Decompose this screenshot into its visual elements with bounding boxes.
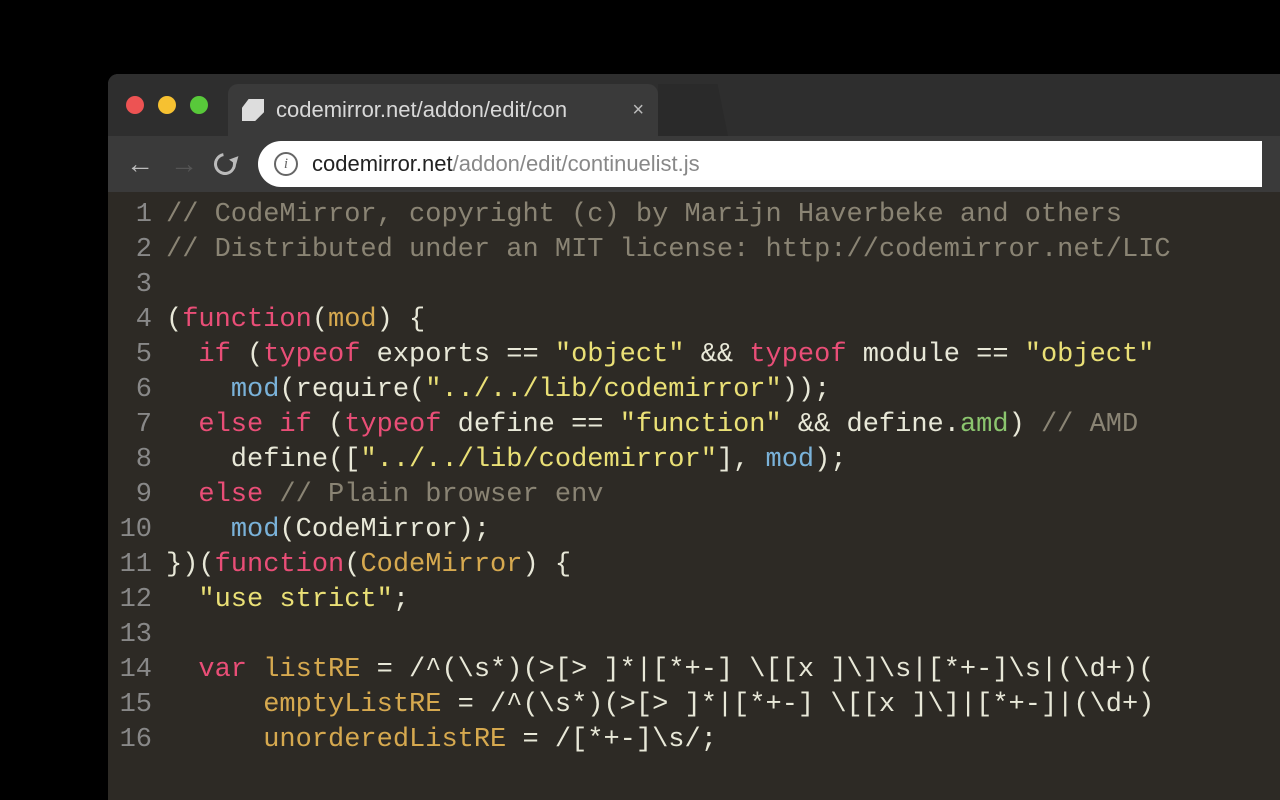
address-bar[interactable]: i codemirror.net/addon/edit/continuelist… — [258, 141, 1262, 187]
code-line[interactable]: 3 — [108, 268, 1280, 303]
code-line[interactable]: 15 emptyListRE = /^(\s*)(>[> ]*|[*+-] \[… — [108, 688, 1280, 723]
code-line[interactable]: 7 else if (typeof define == "function" &… — [108, 408, 1280, 443]
line-content[interactable]: unorderedListRE = /[*+-]\s/; — [166, 723, 717, 758]
code-line[interactable]: 2// Distributed under an MIT license: ht… — [108, 233, 1280, 268]
code-line[interactable]: 5 if (typeof exports == "object" && type… — [108, 338, 1280, 373]
url-path: /addon/edit/continuelist.js — [453, 151, 700, 177]
line-number: 3 — [108, 268, 166, 303]
code-line[interactable]: 8 define(["../../lib/codemirror"], mod); — [108, 443, 1280, 478]
back-button[interactable]: ← — [126, 148, 154, 180]
code-line[interactable]: 10 mod(CodeMirror); — [108, 513, 1280, 548]
line-content[interactable]: // Distributed under an MIT license: htt… — [166, 233, 1171, 268]
line-number: 6 — [108, 373, 166, 408]
line-number: 12 — [108, 583, 166, 618]
line-number: 16 — [108, 723, 166, 758]
line-content[interactable]: else if (typeof define == "function" && … — [166, 408, 1138, 443]
new-tab-button[interactable] — [658, 84, 728, 136]
toolbar: ← → i codemirror.net/addon/edit/continue… — [108, 136, 1280, 192]
line-number: 13 — [108, 618, 166, 653]
browser-window: codemirror.net/addon/edit/con × ← → i co… — [108, 74, 1280, 800]
line-number: 9 — [108, 478, 166, 513]
code-line[interactable]: 9 else // Plain browser env — [108, 478, 1280, 513]
code-editor[interactable]: 1// CodeMirror, copyright (c) by Marijn … — [108, 192, 1280, 758]
tab-title: codemirror.net/addon/edit/con — [276, 97, 624, 123]
line-content[interactable]: if (typeof exports == "object" && typeof… — [166, 338, 1154, 373]
code-line[interactable]: 6 mod(require("../../lib/codemirror")); — [108, 373, 1280, 408]
line-number: 15 — [108, 688, 166, 723]
line-number: 14 — [108, 653, 166, 688]
line-content[interactable]: })(function(CodeMirror) { — [166, 548, 571, 583]
line-content[interactable]: (function(mod) { — [166, 303, 425, 338]
code-line[interactable]: 12 "use strict"; — [108, 583, 1280, 618]
close-tab-button[interactable]: × — [632, 99, 644, 122]
content-viewport[interactable]: 1// CodeMirror, copyright (c) by Marijn … — [108, 192, 1280, 800]
line-content[interactable]: mod(require("../../lib/codemirror")); — [166, 373, 830, 408]
line-content[interactable]: define(["../../lib/codemirror"], mod); — [166, 443, 847, 478]
maximize-window-button[interactable] — [190, 96, 208, 114]
line-content[interactable]: mod(CodeMirror); — [166, 513, 490, 548]
code-line[interactable]: 13 — [108, 618, 1280, 653]
line-content[interactable]: // CodeMirror, copyright (c) by Marijn H… — [166, 198, 1122, 233]
code-line[interactable]: 4(function(mod) { — [108, 303, 1280, 338]
reload-icon — [210, 149, 241, 180]
line-number: 5 — [108, 338, 166, 373]
code-line[interactable]: 14 var listRE = /^(\s*)(>[> ]*|[*+-] \[[… — [108, 653, 1280, 688]
forward-button[interactable]: → — [170, 148, 198, 180]
reload-button[interactable] — [214, 153, 242, 175]
line-number: 1 — [108, 198, 166, 233]
line-number: 11 — [108, 548, 166, 583]
favicon-icon — [242, 99, 264, 121]
browser-tab-active[interactable]: codemirror.net/addon/edit/con × — [228, 84, 658, 136]
code-line[interactable]: 11})(function(CodeMirror) { — [108, 548, 1280, 583]
line-number: 4 — [108, 303, 166, 338]
line-number: 8 — [108, 443, 166, 478]
line-content[interactable]: emptyListRE = /^(\s*)(>[> ]*|[*+-] \[[x … — [166, 688, 1154, 723]
line-content[interactable]: "use strict"; — [166, 583, 409, 618]
code-line[interactable]: 16 unorderedListRE = /[*+-]\s/; — [108, 723, 1280, 758]
line-number: 2 — [108, 233, 166, 268]
url-host: codemirror.net — [312, 151, 453, 177]
code-line[interactable]: 1// CodeMirror, copyright (c) by Marijn … — [108, 198, 1280, 233]
line-number: 7 — [108, 408, 166, 443]
window-controls — [126, 96, 208, 114]
close-window-button[interactable] — [126, 96, 144, 114]
line-content[interactable]: var listRE = /^(\s*)(>[> ]*|[*+-] \[[x ]… — [166, 653, 1154, 688]
tab-bar: codemirror.net/addon/edit/con × — [108, 74, 1280, 136]
minimize-window-button[interactable] — [158, 96, 176, 114]
line-content[interactable]: else // Plain browser env — [166, 478, 603, 513]
site-info-icon[interactable]: i — [274, 152, 298, 176]
line-number: 10 — [108, 513, 166, 548]
